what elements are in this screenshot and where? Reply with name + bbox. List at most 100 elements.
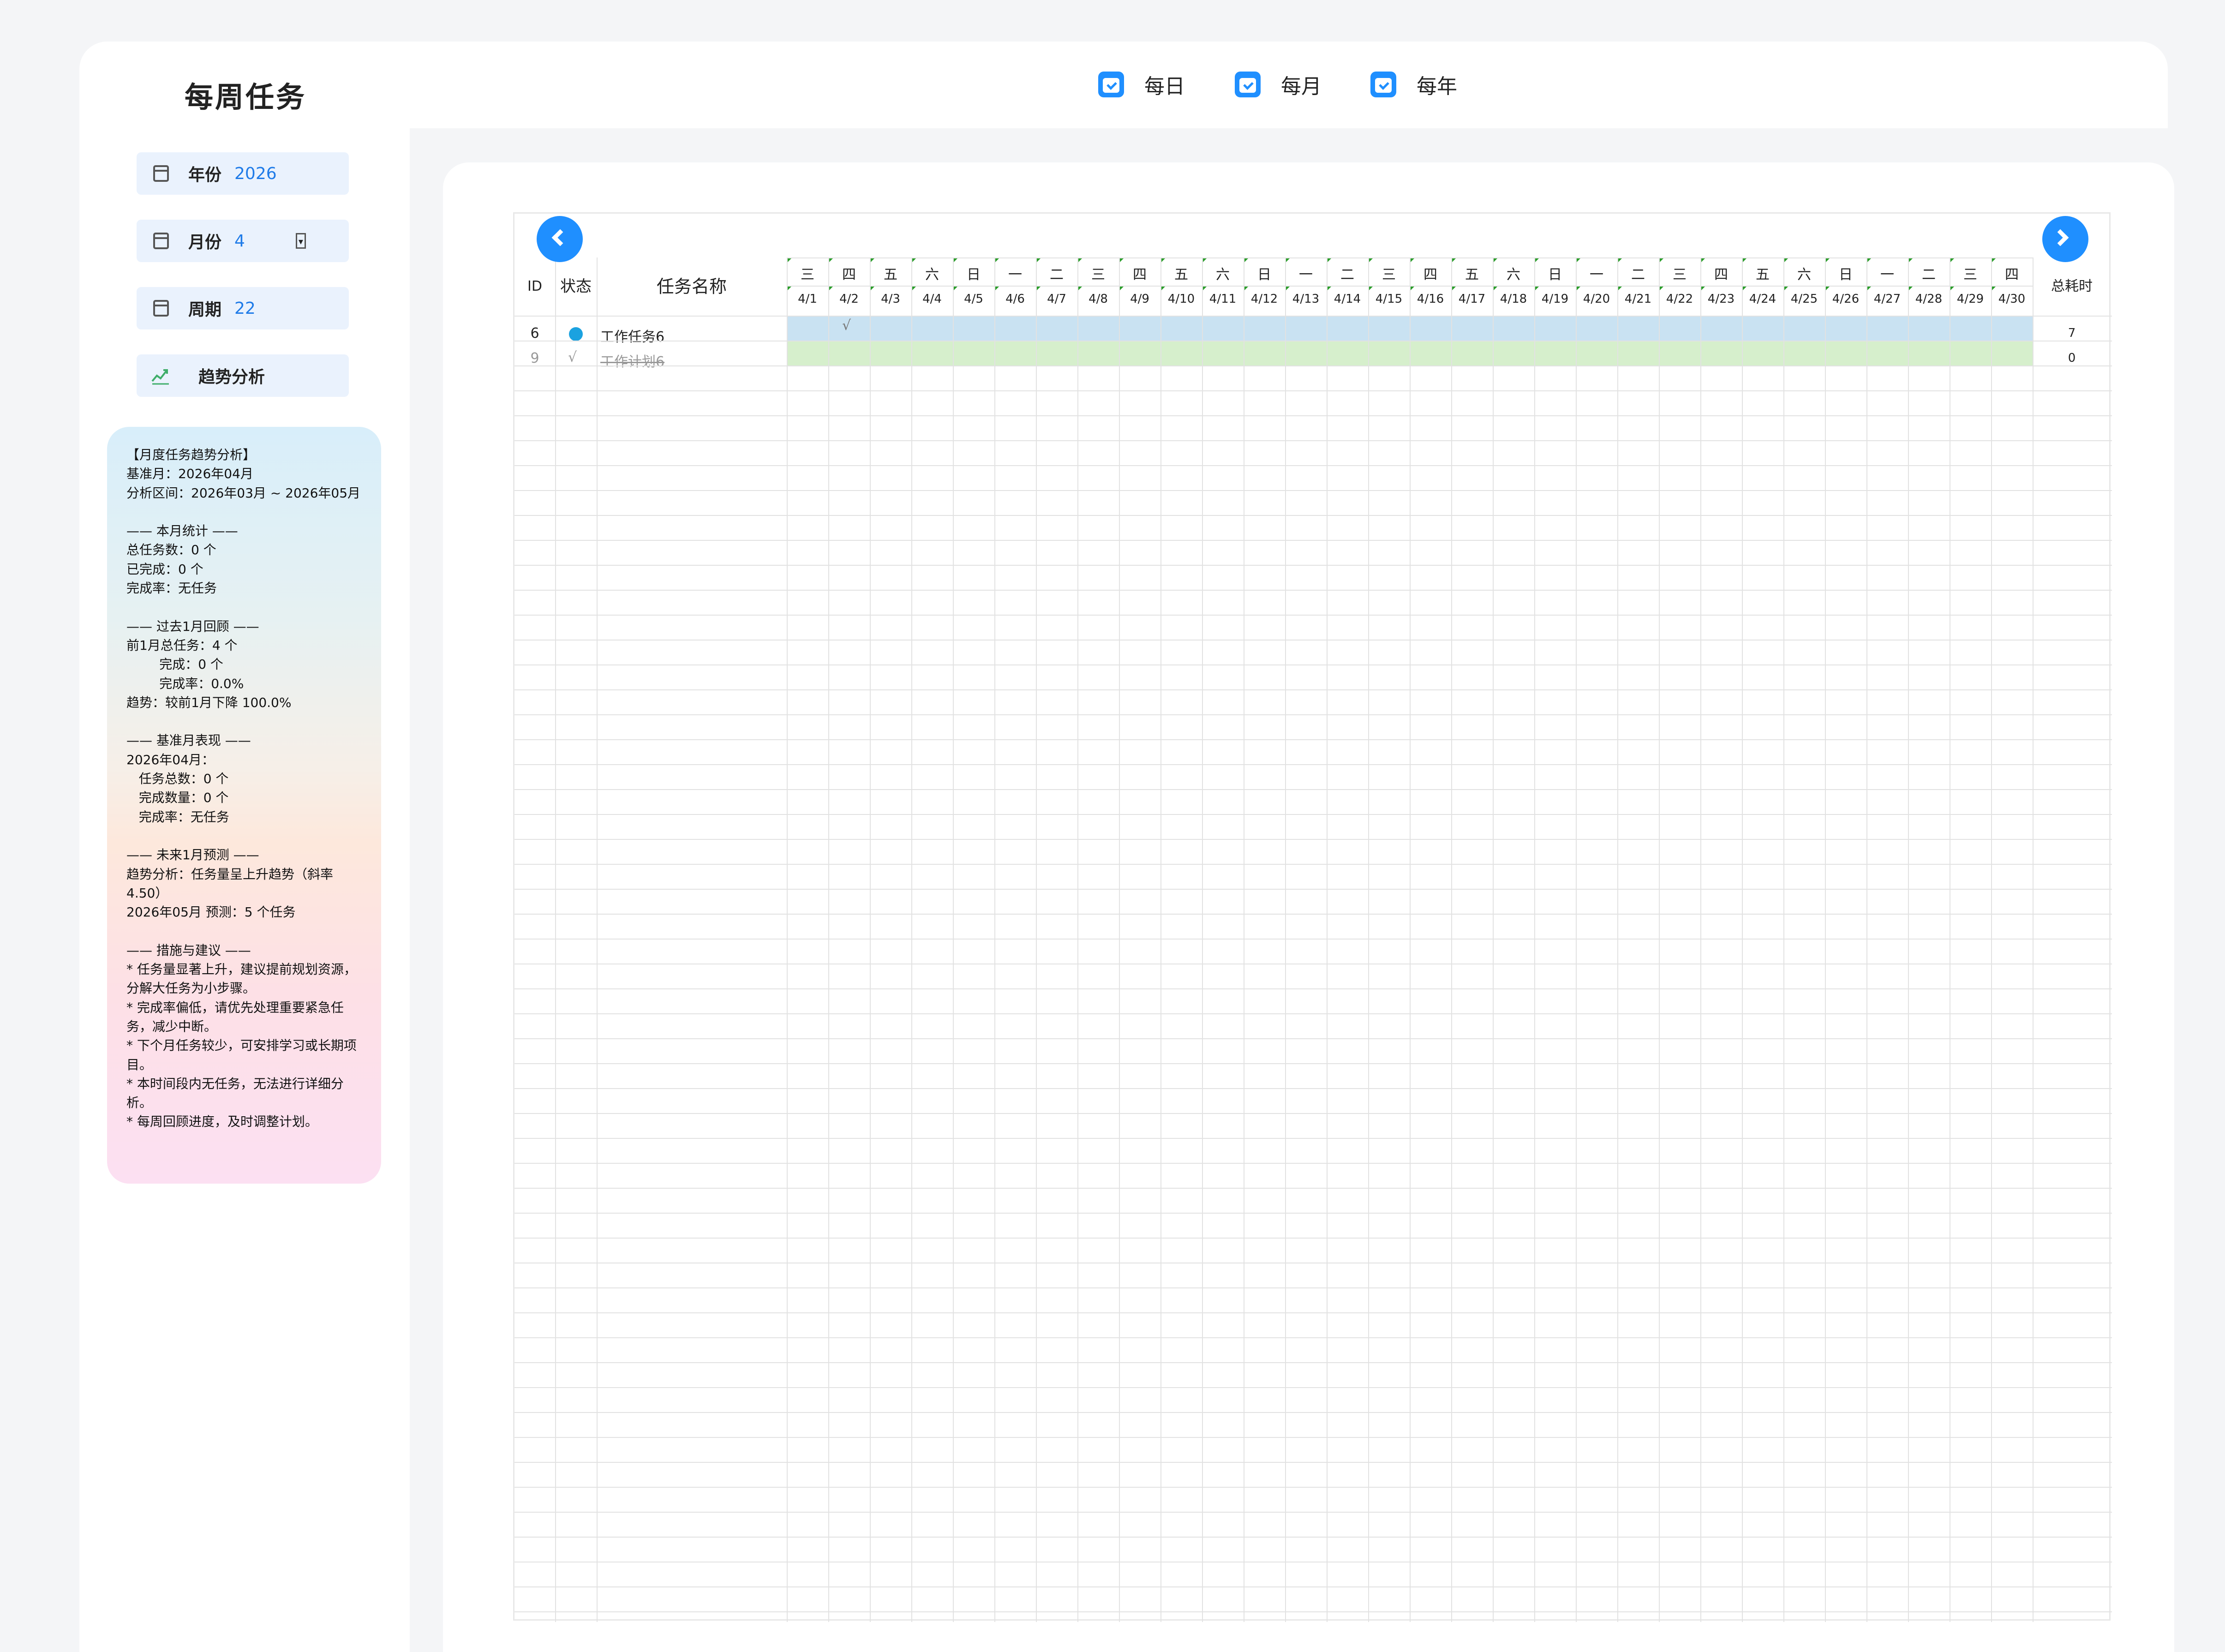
weekday-label: 六 <box>1216 267 1230 283</box>
day-check-mark[interactable]: √ <box>842 317 851 334</box>
weekday-label: 二 <box>1340 267 1354 283</box>
year-control[interactable]: 年份 2026 <box>137 152 349 195</box>
date-label: 4/24 <box>1749 292 1776 306</box>
grid-col-line <box>1036 257 1037 1622</box>
grid-col-line <box>1576 257 1577 1622</box>
cell-flag-marker <box>1950 287 1954 290</box>
weekday-label: 四 <box>842 267 856 283</box>
cell-flag-marker <box>1826 258 1830 262</box>
week-label: 周期 <box>188 300 222 319</box>
grid-row-line <box>514 365 2112 366</box>
cell-flag-marker <box>1701 258 1705 262</box>
nav-monthly[interactable]: 每月 <box>1235 69 1322 100</box>
cell-flag-marker <box>1743 287 1747 290</box>
cell-flag-marker <box>1120 287 1124 290</box>
grid-col-line <box>994 257 995 1622</box>
gantt-table: ID 状态 任务名称 总耗时 6 工作任务6 7 9 √ 工作计划6 0 三 四 五… <box>513 212 2112 1622</box>
chevron-left-icon <box>551 229 569 246</box>
cell-flag-marker <box>1328 287 1331 290</box>
grid-row-line <box>514 764 2112 765</box>
grid-col-line <box>1659 257 1660 1622</box>
cell-flag-marker <box>1037 287 1041 290</box>
date-label: 4/8 <box>1089 292 1108 306</box>
row-task-name[interactable]: 工作计划6 <box>600 350 664 371</box>
header-task-name: 任务名称 <box>656 276 727 297</box>
cell-flag-marker <box>1784 258 1788 262</box>
cell-flag-marker <box>1244 258 1248 262</box>
month-control[interactable]: 月份 4 ▾ <box>137 220 349 262</box>
cell-flag-marker <box>1037 258 1041 262</box>
trend-analysis-label: 趋势分析 <box>198 368 265 387</box>
header-total-time: 总耗时 <box>2051 278 2093 294</box>
grid-row-line <box>514 1013 2112 1014</box>
cell-flag-marker <box>954 287 957 290</box>
date-label: 4/13 <box>1292 292 1320 306</box>
date-label: 4/26 <box>1832 292 1860 306</box>
grid-row-line <box>514 1337 2112 1338</box>
cell-flag-marker <box>1992 287 1996 290</box>
month-value[interactable]: 4 <box>234 232 245 251</box>
week-control[interactable]: 周期 22 <box>137 287 349 329</box>
grid-row-line <box>514 440 2112 441</box>
grid-row-line <box>514 565 2112 566</box>
weekday-label: 三 <box>1382 267 1396 283</box>
grid-row-line <box>514 1362 2112 1363</box>
nav-monthly-label: 每月 <box>1281 75 1322 98</box>
cell-flag-marker <box>1078 258 1082 262</box>
nav-yearly-label: 每年 <box>1417 75 1457 98</box>
grid-col-line <box>1285 257 1286 1622</box>
weekday-label: 二 <box>1050 267 1064 283</box>
weekday-label: 一 <box>1299 267 1313 283</box>
weekday-label: 五 <box>1465 267 1479 283</box>
grid-col-line <box>1825 257 1826 1622</box>
month-label: 月份 <box>188 233 222 252</box>
week-value[interactable]: 22 <box>234 299 256 318</box>
weekday-label: 四 <box>1133 267 1147 283</box>
cell-flag-marker <box>1286 287 1290 290</box>
weekday-label: 一 <box>1880 267 1894 283</box>
cell-flag-marker <box>1494 258 1497 262</box>
grid-col-line <box>828 257 829 1622</box>
date-label: 4/3 <box>881 292 900 306</box>
cell-flag-marker <box>1909 258 1913 262</box>
grid-row-line <box>514 914 2112 915</box>
cell-flag-marker <box>1909 287 1913 290</box>
status-done-check-icon[interactable]: √ <box>568 349 577 365</box>
calendar-check-icon <box>1098 72 1124 97</box>
weekday-label: 日 <box>967 267 981 283</box>
month-dropdown-button[interactable]: ▾ <box>295 233 306 249</box>
date-label: 4/30 <box>1998 292 2026 306</box>
weekday-label: 六 <box>925 267 939 283</box>
cell-flag-marker <box>1411 287 1414 290</box>
cell-flag-marker <box>1120 258 1124 262</box>
weekday-label: 一 <box>1008 267 1022 283</box>
status-in-progress-dot[interactable] <box>569 327 583 341</box>
grid-row-line <box>514 864 2112 865</box>
prev-week-button[interactable] <box>537 216 583 262</box>
year-value[interactable]: 2026 <box>234 164 277 183</box>
date-label: 4/6 <box>1005 292 1025 306</box>
date-label: 4/22 <box>1666 292 1693 306</box>
grid-row-line <box>514 1213 2112 1214</box>
date-label: 4/14 <box>1334 292 1361 306</box>
cell-flag-marker <box>1660 258 1663 262</box>
calendar-icon <box>153 165 169 182</box>
trend-analysis-button[interactable]: 趋势分析 <box>137 354 349 397</box>
cell-flag-marker <box>1203 287 1207 290</box>
cell-flag-marker <box>1743 258 1747 262</box>
nav-yearly[interactable]: 每年 <box>1370 69 1457 100</box>
weekday-label: 二 <box>1631 267 1645 283</box>
cell-flag-marker <box>1494 287 1497 290</box>
grid-col-line <box>787 257 788 1622</box>
grid-row-line <box>514 839 2112 840</box>
grid-col-line <box>1451 257 1452 1622</box>
row-task-name[interactable]: 工作任务6 <box>600 325 664 346</box>
date-label: 4/16 <box>1417 292 1444 306</box>
grid-col-line <box>1700 257 1701 1622</box>
cell-flag-marker <box>829 258 833 262</box>
next-week-button[interactable] <box>2042 216 2088 262</box>
cell-flag-marker <box>1411 258 1414 262</box>
nav-daily[interactable]: 每日 <box>1098 69 1185 100</box>
weekday-label: 日 <box>1257 267 1271 283</box>
grid-col-line <box>2033 257 2034 1622</box>
